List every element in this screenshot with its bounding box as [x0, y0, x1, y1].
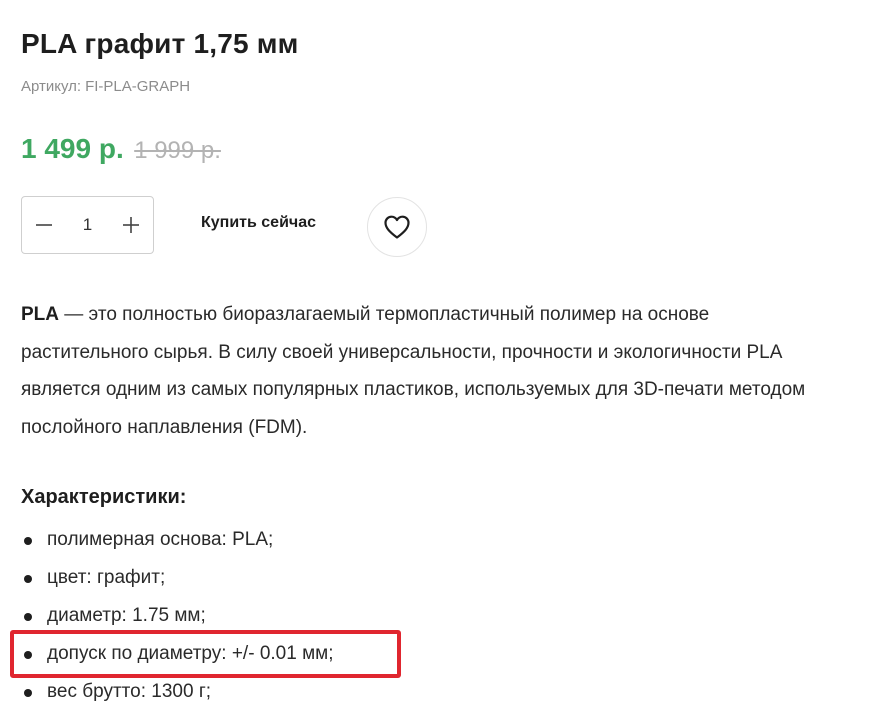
sku-label: Артикул: — [21, 78, 82, 95]
quantity-value[interactable]: 1 — [68, 215, 108, 235]
spec-item-text: диаметр: 1.75 мм; — [47, 605, 206, 626]
description-text: — это полностью биоразлагаемый термоплас… — [21, 304, 806, 438]
bullet-icon — [24, 689, 32, 697]
plus-icon — [123, 217, 139, 233]
product-title: PLA графит 1,75 мм — [21, 28, 299, 59]
current-price: 1 499 р. — [21, 133, 124, 164]
spec-item-text: цвет: графит; — [47, 567, 166, 588]
spec-item: цвет: графит; — [21, 559, 333, 597]
old-price: 1 999 р. — [134, 137, 221, 164]
spec-item-text: вес брутто: 1300 г; — [47, 681, 212, 702]
bullet-icon — [24, 575, 32, 583]
description-lead: PLA — [21, 304, 59, 325]
increment-button[interactable] — [109, 197, 153, 253]
price-row: 1 499 р. 1 999 р. — [21, 133, 221, 165]
product-description: PLA — это полностью биоразлагаемый термо… — [21, 296, 821, 446]
buy-now-button[interactable]: Купить сейчас — [201, 214, 316, 232]
sku-value: FI-PLA-GRAPH — [85, 78, 191, 95]
bullet-icon — [24, 613, 32, 621]
specs-list: полимерная основа: PLA; цвет: графит; ди… — [21, 521, 333, 711]
product-sku: Артикул: FI-PLA-GRAPH — [21, 78, 190, 95]
specs-title: Характеристики: — [21, 486, 187, 508]
spec-item: полимерная основа: PLA; — [21, 521, 333, 559]
bullet-icon — [24, 537, 32, 545]
decrement-button[interactable] — [22, 197, 66, 253]
highlight-box — [10, 630, 401, 678]
spec-item-text: полимерная основа: PLA; — [47, 529, 274, 550]
spec-item: вес брутто: 1300 г; — [21, 673, 333, 711]
favorite-button[interactable] — [367, 197, 427, 257]
quantity-stepper: 1 — [21, 196, 154, 254]
minus-icon — [36, 224, 52, 226]
heart-icon — [384, 215, 410, 239]
